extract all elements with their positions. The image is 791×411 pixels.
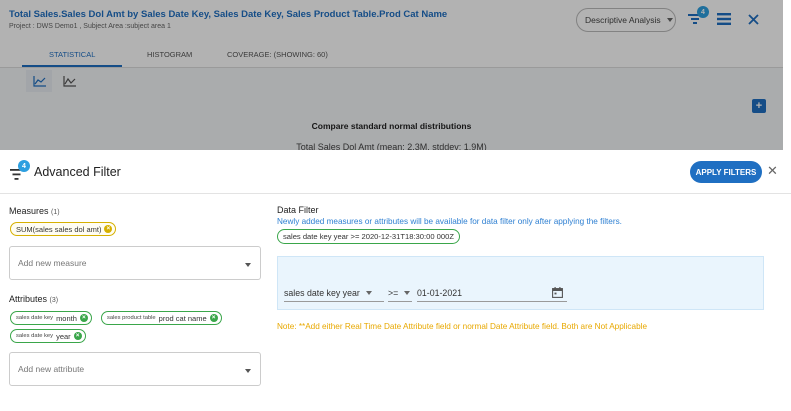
chart-toolbar [22, 70, 92, 92]
filter-count-badge: 4 [18, 160, 30, 172]
line-chart-icon[interactable] [26, 70, 52, 92]
measure-chip[interactable]: SUM(sales sales dol amt) × [10, 222, 117, 236]
filter-count-badge: 4 [697, 6, 709, 18]
remove-measure-icon[interactable]: × [104, 225, 113, 233]
report-subtitle: Project : DWS Demo1 , Subject Area :subj… [9, 23, 171, 30]
panel-title: Advanced Filter [34, 165, 121, 179]
tab-statistical[interactable]: STATISTICAL [49, 50, 95, 59]
apply-filters-button[interactable]: APPLY FILTERS [690, 161, 762, 183]
attribute-chip-prefix: sales date key [16, 333, 54, 339]
tab-histogram[interactable]: HISTOGRAM [147, 50, 192, 59]
measures-count: (1) [51, 209, 60, 216]
measures-label-text: Measures [9, 206, 49, 216]
attribute-chip[interactable]: sales date key month × [10, 311, 92, 325]
attribute-chip-prefix: sales date key [16, 315, 54, 321]
report-background: Total Sales.Sales Dol Amt by Sales Date … [0, 0, 791, 152]
data-filter-note: Newly added measures or attributes will … [277, 217, 622, 226]
remove-attribute-icon[interactable]: × [73, 332, 82, 340]
add-attribute-select[interactable]: Add new attribute [9, 352, 261, 386]
advanced-filter-panel: 4 Advanced Filter APPLY FILTERS ✕ Measur… [0, 150, 791, 411]
tab-coverage[interactable]: COVERAGE: (SHOWING: 60) [227, 50, 328, 59]
filter-operator-select[interactable]: >= [388, 284, 412, 302]
attribute-chip-name: month [56, 313, 77, 323]
attributes-label: Attributes (3) [9, 294, 58, 304]
report-header: Total Sales.Sales Dol Amt by Sales Date … [0, 0, 783, 40]
scrollbar-gutter [783, 0, 791, 150]
add-measure-select[interactable]: Add new measure [9, 246, 261, 280]
analysis-type-label: Descriptive Analysis [585, 15, 661, 25]
add-attribute-placeholder: Add new attribute [18, 364, 85, 374]
measures-label: Measures (1) [9, 206, 60, 216]
analysis-type-dropdown[interactable]: Descriptive Analysis [576, 8, 676, 32]
report-title: Total Sales.Sales Dol Amt by Sales Date … [9, 9, 448, 20]
attributes-label-text: Attributes [9, 294, 48, 304]
report-tabs: STATISTICAL HISTOGRAM COVERAGE: (SHOWING… [0, 40, 783, 68]
data-filter-warning: Note: **Add either Real Time Date Attrib… [277, 322, 647, 331]
chevron-down-icon [245, 369, 251, 373]
filter-operator-value: >= [388, 287, 399, 298]
list-icon[interactable] [715, 10, 733, 28]
remove-attribute-icon[interactable]: × [209, 314, 218, 322]
calendar-icon[interactable] [552, 287, 563, 300]
filter-date-input[interactable]: 01-01-2021 [417, 284, 567, 302]
attribute-chip[interactable]: sales date key year × [10, 329, 86, 343]
add-measure-placeholder: Add new measure [18, 258, 87, 268]
filter-field-value: sales date key year [284, 287, 360, 298]
chevron-down-icon [245, 263, 251, 267]
add-chart-icon[interactable]: + [752, 99, 766, 113]
data-filter-label: Data Filter [277, 205, 319, 215]
trend-chart-icon[interactable] [56, 70, 82, 92]
attribute-chip-name: prod cat name [158, 313, 207, 323]
chevron-down-icon [404, 290, 411, 295]
attribute-chip-name: year [56, 331, 71, 341]
active-tab-indicator [22, 65, 122, 67]
filter-date-value: 01-01-2021 [417, 287, 462, 298]
measure-chip-label: SUM(sales sales dol amt) [16, 224, 102, 234]
attribute-chip[interactable]: sales product table prod cat name × [101, 311, 222, 325]
close-icon[interactable]: ✕ [767, 164, 778, 178]
filter-field-select[interactable]: sales date key year [284, 284, 384, 302]
chevron-down-icon [666, 18, 673, 22]
close-report-icon[interactable] [744, 10, 762, 28]
advanced-filter-header: 4 Advanced Filter APPLY FILTERS ✕ [0, 150, 791, 194]
attribute-chip-prefix: sales product table [107, 315, 156, 321]
chevron-down-icon [365, 290, 372, 295]
chart-heading: Compare standard normal distributions [311, 121, 472, 131]
remove-attribute-icon[interactable]: × [79, 314, 88, 322]
active-filter-chip[interactable]: sales date key year >= 2020-12-31T18:30:… [277, 229, 460, 244]
attributes-count: (3) [49, 297, 59, 304]
